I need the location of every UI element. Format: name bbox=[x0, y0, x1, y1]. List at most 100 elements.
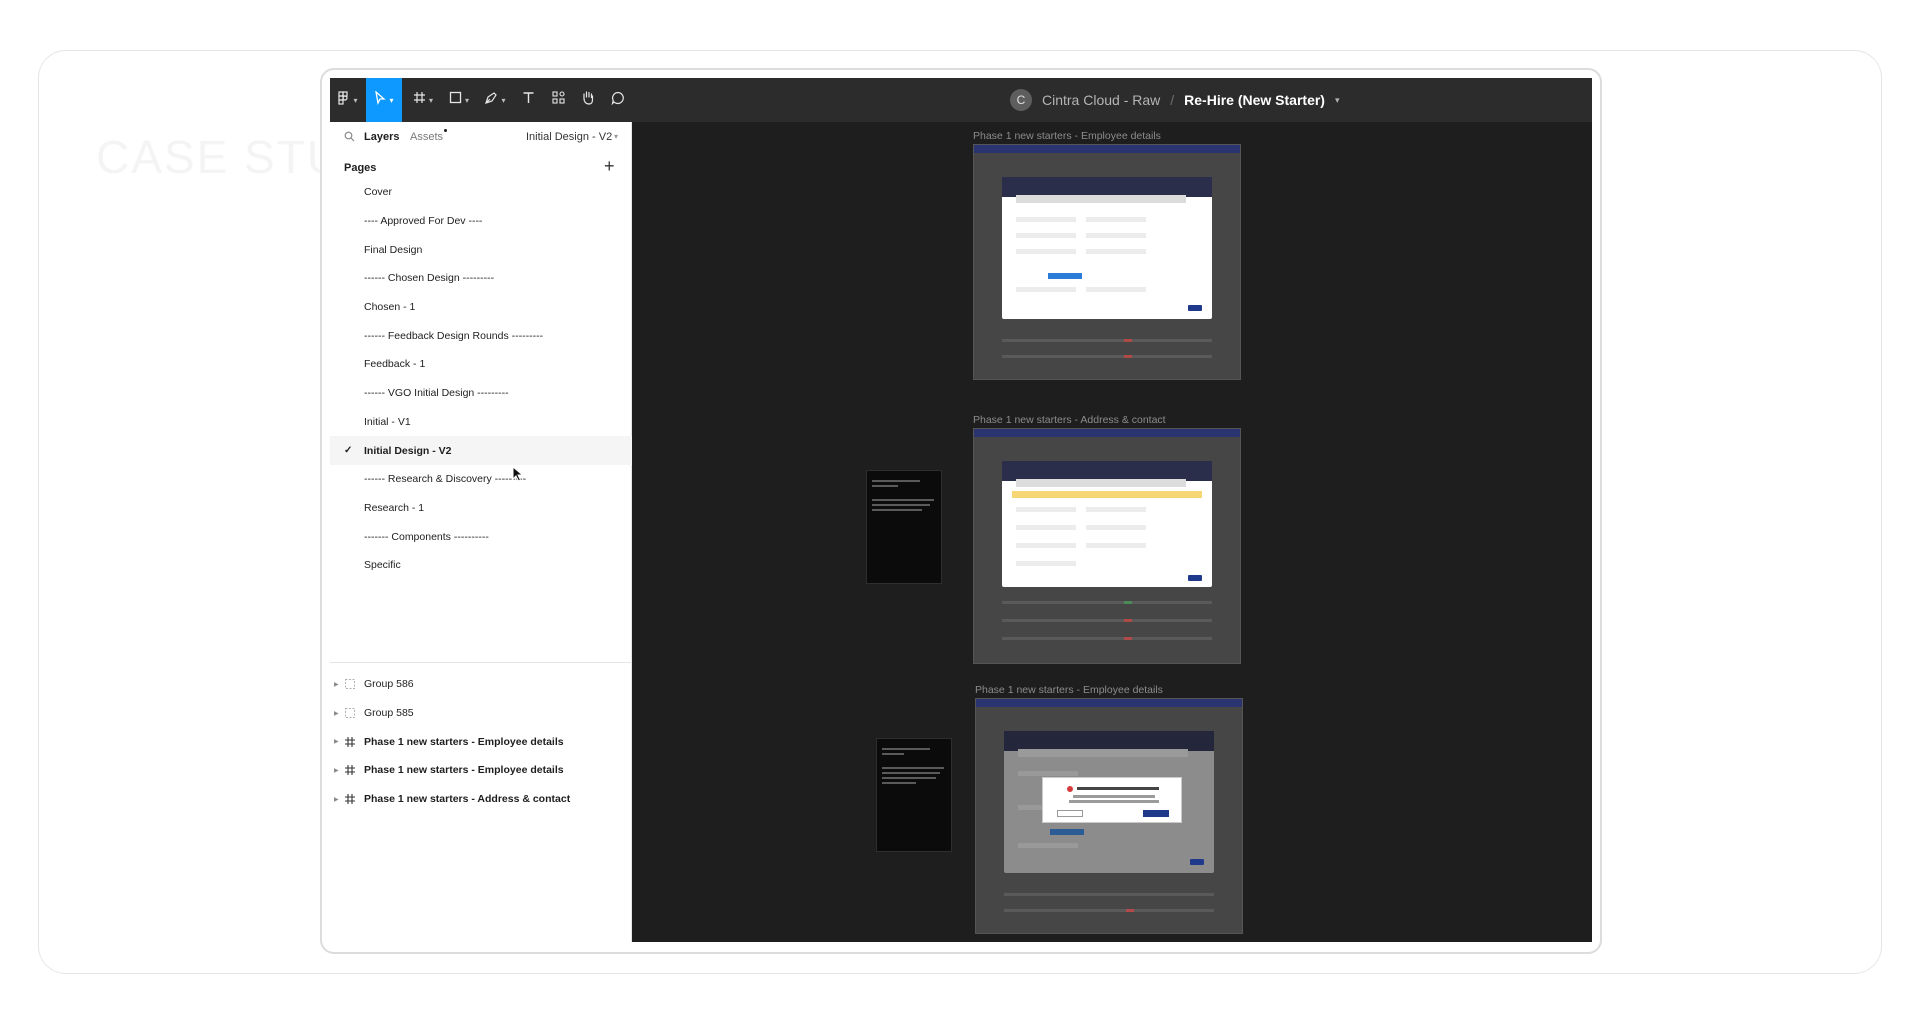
modal-tabs bbox=[1018, 749, 1188, 757]
frame-thumbnail[interactable] bbox=[975, 698, 1243, 934]
frame-header-bar bbox=[976, 699, 1242, 707]
page-item[interactable]: Final Design bbox=[330, 235, 632, 264]
page-item[interactable]: ---- Approved For Dev ---- bbox=[330, 207, 632, 236]
status-mark bbox=[1124, 619, 1132, 622]
form-row bbox=[1016, 507, 1076, 512]
layer-item-label: Group 586 bbox=[364, 678, 414, 691]
tab-assets[interactable]: Assets bbox=[410, 131, 443, 143]
expand-caret-icon[interactable]: ▶ bbox=[334, 767, 339, 774]
form-row bbox=[1016, 233, 1076, 238]
layer-item[interactable]: ▶ Group 585 bbox=[330, 699, 632, 728]
main-menu-button[interactable]: ▾ bbox=[330, 78, 366, 122]
search-icon[interactable] bbox=[344, 131, 355, 142]
project-name[interactable]: Cintra Cloud - Raw bbox=[1042, 92, 1160, 108]
status-mark bbox=[1124, 637, 1132, 640]
modal-tabs bbox=[1016, 479, 1186, 487]
page-item[interactable]: ------- Components ---------- bbox=[330, 522, 632, 551]
note-text-line bbox=[882, 748, 930, 750]
note-text-line bbox=[882, 753, 904, 755]
page-item-label: Chosen - 1 bbox=[364, 301, 416, 314]
user-avatar[interactable]: C bbox=[1010, 89, 1032, 111]
page-item[interactable]: ------ VGO Initial Design --------- bbox=[330, 379, 632, 408]
frame-title[interactable]: Phase 1 new starters - Address & contact bbox=[973, 414, 1166, 426]
note-text-line bbox=[872, 509, 922, 511]
move-cursor-icon bbox=[374, 89, 387, 110]
frame-icon bbox=[413, 91, 426, 109]
text-icon bbox=[522, 91, 535, 109]
panel-divider bbox=[330, 662, 632, 663]
chevron-down-icon[interactable]: ▾ bbox=[1335, 95, 1340, 106]
table-row bbox=[1002, 601, 1212, 604]
layer-item-label: Phase 1 new starters - Employee details bbox=[364, 735, 564, 748]
page-item[interactable]: ------ Chosen Design --------- bbox=[330, 264, 632, 293]
file-name[interactable]: Re-Hire (New Starter) bbox=[1184, 92, 1325, 108]
table-row bbox=[1004, 893, 1214, 896]
frame-title[interactable]: Phase 1 new starters - Employee details bbox=[975, 684, 1163, 696]
form-row bbox=[1016, 543, 1076, 548]
dialog-cancel-button bbox=[1057, 810, 1083, 817]
current-page-selector[interactable]: Initial Design - V2 bbox=[526, 131, 612, 143]
dialog-confirm-button bbox=[1143, 810, 1169, 817]
layer-item[interactable]: ▶ Group 586 bbox=[330, 670, 632, 699]
frame-title[interactable]: Phase 1 new starters - Employee details bbox=[973, 130, 1161, 142]
page-item[interactable]: ✓ Initial Design - V2 bbox=[330, 436, 632, 465]
modal-preview bbox=[1002, 177, 1212, 319]
layer-item[interactable]: ▶ Phase 1 new starters - Employee details bbox=[330, 756, 632, 785]
expand-caret-icon[interactable]: ▶ bbox=[334, 738, 339, 745]
note-text-line bbox=[882, 782, 916, 784]
text-tool-button[interactable] bbox=[514, 78, 542, 122]
design-canvas[interactable]: Phase 1 new starters - Employee details bbox=[632, 122, 1592, 942]
move-tool-button[interactable]: ▾ bbox=[366, 78, 402, 122]
panel-tabs: Layers Assets Initial Design - V2 ▾ bbox=[330, 122, 632, 152]
frame-thumbnail[interactable] bbox=[973, 428, 1241, 664]
hand-tool-button[interactable] bbox=[574, 78, 602, 122]
expand-caret-icon[interactable]: ▶ bbox=[334, 796, 339, 803]
file-title-area[interactable]: C Cintra Cloud - Raw / Re-Hire (New Star… bbox=[1010, 78, 1340, 122]
form-row bbox=[1086, 287, 1146, 292]
chevron-down-icon: ▾ bbox=[428, 95, 433, 105]
shape-tool-button[interactable]: ▾ bbox=[442, 78, 476, 122]
page-item-label: ------- Components ---------- bbox=[364, 530, 489, 543]
page-item[interactable]: Research - 1 bbox=[330, 494, 632, 523]
comment-tool-button[interactable] bbox=[604, 78, 632, 122]
sticky-note[interactable] bbox=[876, 738, 952, 852]
resources-tool-button[interactable] bbox=[544, 78, 572, 122]
table-row bbox=[1002, 619, 1212, 622]
chevron-down-icon[interactable]: ▾ bbox=[614, 132, 618, 141]
page-list: Cover ---- Approved For Dev ---- Final Des… bbox=[330, 178, 632, 580]
pages-header: Pages bbox=[344, 162, 377, 174]
page-item[interactable]: Initial - V1 bbox=[330, 408, 632, 437]
table-row bbox=[1002, 355, 1212, 358]
comment-icon bbox=[611, 91, 625, 110]
page-item[interactable]: Chosen - 1 bbox=[330, 293, 632, 322]
group-icon bbox=[344, 707, 356, 719]
page-item[interactable]: ------ Research & Discovery --------- bbox=[330, 465, 632, 494]
expand-caret-icon[interactable]: ▶ bbox=[334, 710, 339, 717]
layer-item[interactable]: ▶ Phase 1 new starters - Employee details bbox=[330, 727, 632, 756]
form-row bbox=[1016, 217, 1076, 222]
note-text-line bbox=[872, 480, 920, 482]
page-item[interactable]: Cover bbox=[330, 178, 632, 207]
frame-thumbnail[interactable] bbox=[973, 144, 1241, 380]
status-mark bbox=[1124, 601, 1132, 604]
form-row bbox=[1086, 217, 1146, 222]
table-row bbox=[1002, 637, 1212, 640]
layer-item[interactable]: ▶ Phase 1 new starters - Address & contac… bbox=[330, 785, 632, 814]
table-row bbox=[1002, 339, 1212, 342]
tab-layers[interactable]: Layers bbox=[364, 131, 399, 143]
page-item[interactable]: Feedback - 1 bbox=[330, 350, 632, 379]
page-item[interactable]: ------ Feedback Design Rounds --------- bbox=[330, 321, 632, 350]
page-item-label: ------ Research & Discovery --------- bbox=[364, 473, 527, 486]
checkmark-icon: ✓ bbox=[344, 445, 353, 457]
note-text-line bbox=[872, 485, 898, 487]
frame-icon bbox=[344, 764, 356, 776]
toolbar: ▾ ▾ ▾ ▾ ▾ C Cintra Cloud - Raw / Re-Hire… bbox=[330, 78, 1592, 122]
modal-button bbox=[1188, 575, 1202, 581]
pen-tool-button[interactable]: ▾ bbox=[478, 78, 512, 122]
form-row bbox=[1018, 843, 1078, 848]
add-page-button[interactable]: + bbox=[604, 156, 615, 177]
page-item[interactable]: Specific bbox=[330, 551, 632, 580]
sticky-note[interactable] bbox=[866, 470, 942, 584]
expand-caret-icon[interactable]: ▶ bbox=[334, 681, 339, 688]
frame-tool-button[interactable]: ▾ bbox=[406, 78, 440, 122]
